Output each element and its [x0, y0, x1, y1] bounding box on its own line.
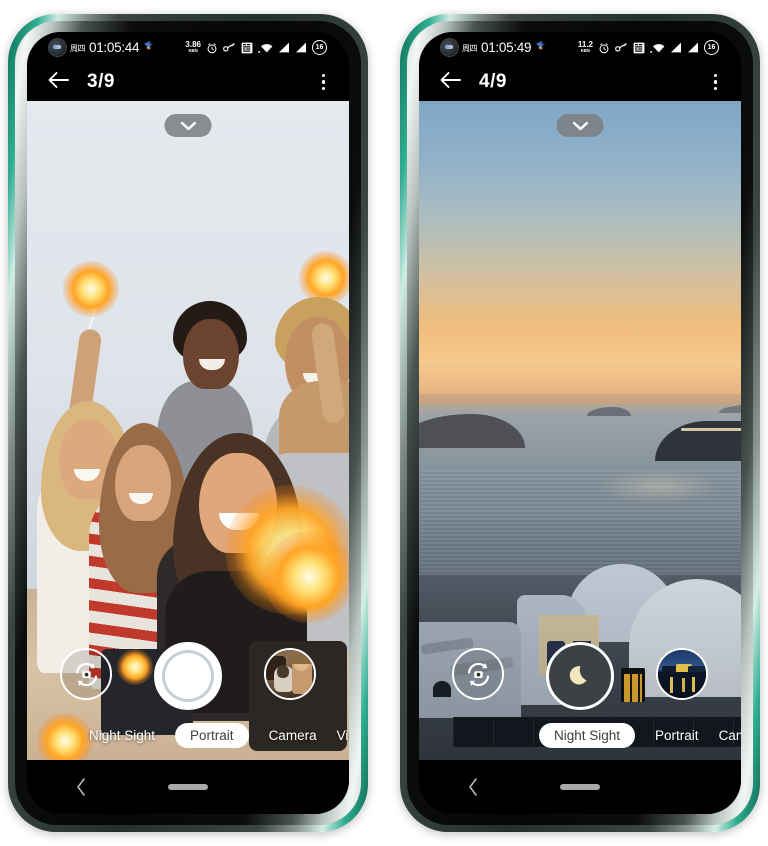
signal-two-icon — [687, 42, 699, 53]
camera-controls-row-left — [27, 642, 349, 710]
page-title: 4/9 — [479, 71, 507, 92]
page-title: 3/9 — [87, 71, 115, 92]
sparkler-burst-left — [63, 261, 119, 317]
status-clock: 01:05:49 — [481, 40, 532, 55]
network-speed-indicator: 3.86 KB/s — [185, 41, 201, 54]
phone-screen-right: 周四 01:05:49 11.2 KB/s 16 4/9 Night Sight… — [419, 32, 741, 814]
status-bar-right-group: 11.2 KB/s 16 — [578, 40, 741, 55]
screenshot-stage: 周四 01:05:44 3.86 KB/s 16 3/9 Night Sight… — [0, 0, 768, 846]
chevron-down-icon — [572, 121, 588, 131]
gallery-thumbnail-night-harbor — [658, 650, 706, 698]
crescent-moon-icon — [567, 663, 593, 689]
alarm-icon — [206, 42, 218, 54]
nav-back-icon[interactable] — [419, 777, 526, 797]
chevron-down-icon — [180, 121, 196, 131]
person-face-3 — [183, 319, 239, 389]
camera-mode-tabs-right: Night Sight Portrait Camera — [419, 722, 741, 748]
navigation-bar-right — [419, 760, 741, 814]
camera-viewfinder-right[interactable]: Night Sight Portrait Camera — [419, 101, 741, 760]
camera-mode-video[interactable]: Video — [337, 723, 349, 748]
front-camera-punch-hole-icon — [49, 39, 66, 56]
navigation-bar-left — [27, 760, 349, 814]
camera-viewfinder-left[interactable]: Night Sight Portrait Camera Video — [27, 101, 349, 760]
camera-mode-camera[interactable]: Camera — [719, 723, 741, 748]
network-speed-unit: KB/s — [580, 48, 591, 54]
signal-two-icon — [295, 42, 307, 53]
camera-mode-tabs-left: Night Sight Portrait Camera Video — [27, 722, 349, 748]
collapse-chevron-button[interactable] — [164, 114, 212, 137]
phone-bezel-right: 周四 01:05:49 11.2 KB/s 16 4/9 Night Sight… — [407, 21, 753, 825]
battery-level-badge: 16 — [704, 40, 719, 55]
camera-mode-night-sight[interactable]: Night Sight — [539, 722, 636, 748]
vpn-key-icon — [223, 42, 236, 53]
camera-mode-portrait[interactable]: Portrait — [655, 723, 699, 748]
status-bar-left-group: 周四 01:05:49 — [419, 39, 547, 56]
shutter-button[interactable] — [154, 642, 222, 710]
shutter-button[interactable] — [546, 642, 614, 710]
collapse-chevron-button[interactable] — [556, 114, 604, 137]
home-handle-icon[interactable] — [168, 784, 208, 790]
front-camera-punch-hole-icon — [441, 39, 458, 56]
battery-level-badge: 16 — [312, 40, 327, 55]
status-bar-right-group: 3.86 KB/s 16 — [185, 40, 349, 55]
camera-mode-night-sight[interactable]: Night Sight — [89, 723, 155, 748]
back-arrow-icon[interactable] — [439, 71, 465, 93]
flip-camera-icon[interactable] — [452, 648, 504, 700]
alarm-icon — [598, 42, 610, 54]
kebab-menu-icon[interactable] — [318, 70, 329, 95]
status-clock: 01:05:44 — [89, 40, 140, 55]
network-speed-unit: KB/s — [188, 48, 198, 54]
phone-device-right: 周四 01:05:49 11.2 KB/s 16 4/9 Night Sight… — [400, 14, 760, 832]
signal-one-icon — [278, 42, 290, 53]
sim-card-icon — [241, 42, 253, 54]
flip-camera-icon[interactable] — [60, 648, 112, 700]
network-speed-indicator: 11.2 KB/s — [578, 41, 593, 54]
status-bar-left-group: 周四 01:05:44 — [27, 39, 155, 56]
phone-device-left: 周四 01:05:44 3.86 KB/s 16 3/9 Night Sight… — [8, 14, 368, 832]
sparkler-burst-center-core — [263, 531, 349, 623]
status-day-label: 周四 — [70, 44, 86, 53]
home-handle-icon[interactable] — [560, 784, 600, 790]
status-day-label: 周四 — [462, 44, 478, 53]
status-bar-left: 周四 01:05:44 3.86 KB/s 16 — [27, 32, 349, 63]
status-bar-right: 周四 01:05:49 11.2 KB/s 16 — [419, 32, 741, 63]
app-bar-left: 3/9 — [27, 63, 349, 101]
gallery-thumbnail-button[interactable] — [656, 648, 708, 700]
camera-controls-right: Night Sight Portrait Camera — [419, 632, 741, 760]
kebab-menu-icon[interactable] — [710, 70, 721, 95]
camera-controls-left: Night Sight Portrait Camera Video — [27, 632, 349, 760]
sim-card-icon — [633, 42, 645, 54]
bird-icon — [143, 39, 155, 54]
wifi-icon — [258, 42, 273, 54]
vpn-key-icon — [615, 42, 628, 53]
wifi-icon — [650, 42, 665, 54]
bird-icon — [535, 39, 547, 54]
camera-mode-camera[interactable]: Camera — [269, 723, 317, 748]
camera-mode-portrait[interactable]: Portrait — [175, 722, 249, 748]
phone-bezel-left: 周四 01:05:44 3.86 KB/s 16 3/9 Night Sight… — [15, 21, 361, 825]
person-face-2 — [115, 445, 171, 521]
back-arrow-icon[interactable] — [47, 71, 73, 93]
app-bar-right: 4/9 — [419, 63, 741, 101]
phone-screen-left: 周四 01:05:44 3.86 KB/s 16 3/9 Night Sight… — [27, 32, 349, 814]
gallery-thumbnail-button[interactable] — [264, 648, 316, 700]
signal-one-icon — [670, 42, 682, 53]
camera-controls-row-right — [419, 642, 741, 710]
gallery-thumbnail-woman-with-dog — [266, 650, 314, 698]
nav-back-icon[interactable] — [27, 777, 134, 797]
